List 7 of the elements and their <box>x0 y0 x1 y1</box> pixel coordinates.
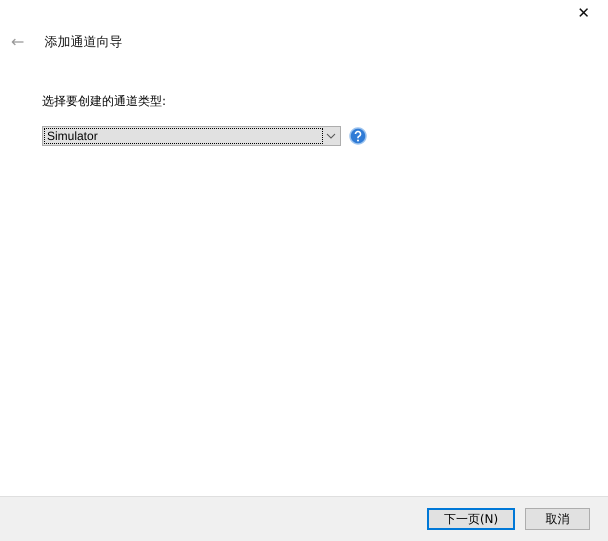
cancel-button[interactable]: 取消 <box>525 508 590 530</box>
channel-type-label: 选择要创建的通道类型: <box>42 93 168 110</box>
channel-type-dropdown[interactable]: Simulator <box>42 126 341 146</box>
close-button[interactable]: ✕ <box>573 2 594 24</box>
next-button[interactable]: 下一页(N) <box>427 508 515 530</box>
help-icon[interactable] <box>349 127 367 145</box>
wizard-title: 添加通道向导 <box>44 34 122 50</box>
